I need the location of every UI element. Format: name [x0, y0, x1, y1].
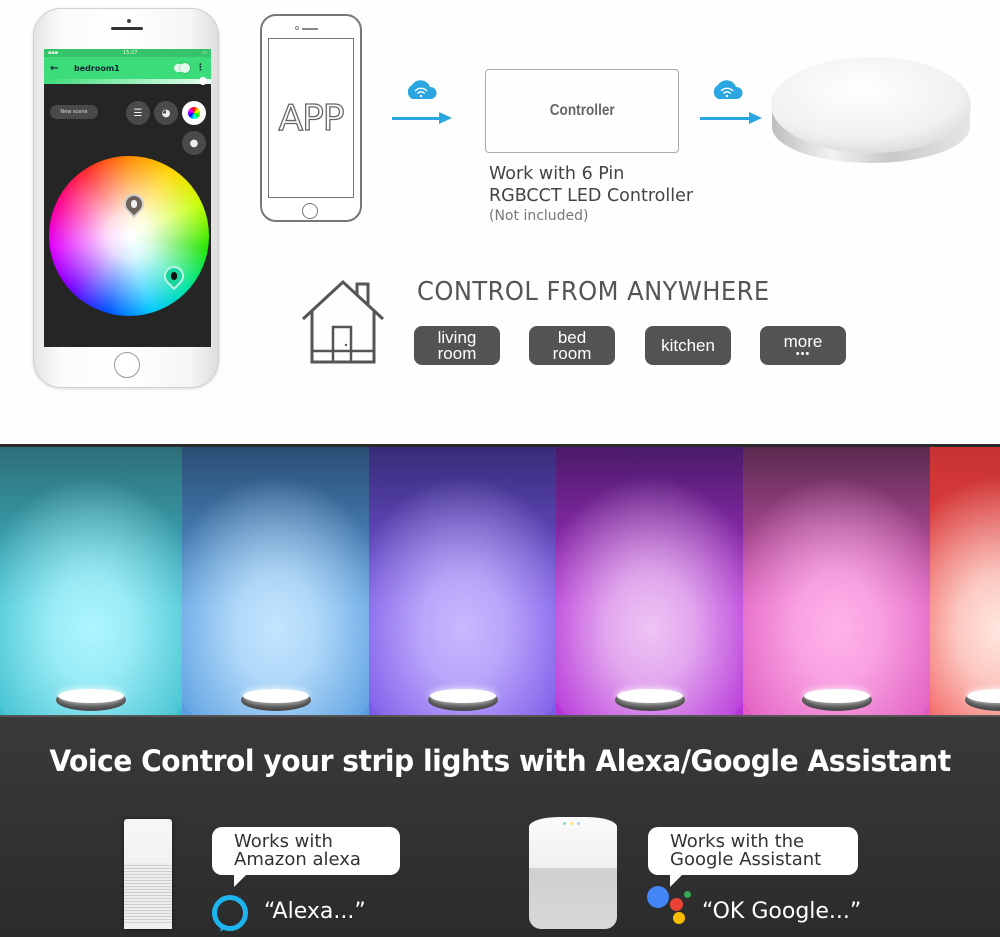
- room-button-living-room[interactable]: living room: [414, 326, 500, 365]
- bulb-marker-icon[interactable]: [159, 261, 189, 291]
- phone-speaker: [111, 27, 143, 30]
- smartphone-app-image: ▪▪▪ 15:27 ▭ ← bedroom1 ⋮ New scene ☰ ◕ ●: [33, 8, 219, 388]
- bubble-text: Amazon alexa: [234, 849, 361, 870]
- more-vertical-icon[interactable]: ⋮: [196, 63, 205, 73]
- color-panel-cyan: [0, 447, 182, 715]
- puck-light-icon: [614, 689, 685, 711]
- color-panel-purple: [556, 447, 743, 715]
- room-button-kitchen[interactable]: kitchen: [645, 326, 731, 365]
- light-glow: [0, 475, 182, 715]
- light-pin-icon[interactable]: ●: [182, 131, 206, 155]
- room-button-bed-room[interactable]: bed room: [529, 326, 615, 365]
- control-anywhere-title: CONTROL FROM ANYWHERE: [417, 277, 770, 307]
- light-glow: [743, 475, 930, 715]
- app-bar: ← bedroom1 ⋮: [44, 57, 211, 79]
- controller-note: Work with 6 Pin RGBCCT LED Controller (N…: [489, 163, 693, 225]
- light-glow: [182, 475, 369, 715]
- color-panel-red: [930, 447, 1000, 715]
- room-label: room: [552, 343, 592, 363]
- controller-note-line3: (Not included): [489, 208, 589, 224]
- phone-home-button: [302, 203, 318, 219]
- power-toggle[interactable]: [174, 63, 190, 73]
- battery-icon: ▭: [202, 50, 207, 56]
- color-panel-sky-blue: [182, 447, 369, 715]
- new-scene-button[interactable]: New scene: [50, 105, 98, 119]
- alexa-logo-icon: [212, 895, 248, 931]
- controller-note-line1: Work with 6 Pin: [489, 164, 625, 184]
- top-section: ▪▪▪ 15:27 ▭ ← bedroom1 ⋮ New scene ☰ ◕ ●: [0, 0, 1000, 443]
- phone-camera: [295, 26, 299, 30]
- controller-note-line2: RGBCCT LED Controller: [489, 186, 694, 206]
- cloud-wifi-icon: [407, 80, 437, 99]
- google-home-image: [529, 817, 617, 929]
- light-glow: [369, 475, 556, 715]
- alexa-phrase: “Alexa...”: [264, 899, 366, 924]
- status-bar: ▪▪▪ 15:27 ▭: [44, 49, 211, 57]
- color-light-panels: [0, 444, 1000, 715]
- puck-light-icon: [427, 689, 498, 711]
- phone-camera: [127, 19, 131, 23]
- arrow-right-icon: [700, 112, 762, 124]
- light-glow: [556, 475, 743, 715]
- bulb-marker-icon[interactable]: [119, 189, 149, 219]
- arrow-right-icon: [392, 112, 452, 124]
- color-panel-violet: [369, 447, 556, 715]
- app-screen-outline: APP: [268, 38, 354, 198]
- phone-home-button: [114, 352, 140, 378]
- bubble-text: Google Assistant: [670, 849, 822, 870]
- house-icon: [301, 279, 385, 364]
- voice-control-title: Voice Control your strip lights with Ale…: [49, 744, 951, 778]
- app-phone-illustration: APP: [260, 14, 362, 222]
- room-label: room: [437, 343, 477, 363]
- room-button-more[interactable]: more •••: [760, 326, 846, 365]
- puck-light-icon: [56, 689, 126, 711]
- room-label: kitchen: [661, 335, 715, 355]
- status-time: 15:27: [123, 50, 138, 56]
- amazon-echo-image: [124, 819, 172, 929]
- list-icon[interactable]: ☰: [126, 101, 150, 125]
- color-wheel[interactable]: [49, 156, 209, 316]
- color-wheel-icon[interactable]: [182, 101, 206, 125]
- back-arrow-icon[interactable]: ←: [50, 63, 62, 74]
- more-dots-icon: •••: [795, 347, 811, 360]
- brightness-slider[interactable]: [44, 77, 211, 85]
- cloud-wifi-icon: [713, 80, 743, 99]
- palette-icon[interactable]: ◕: [154, 101, 178, 125]
- phone-speaker: [302, 28, 318, 30]
- google-phrase: “OK Google...”: [702, 899, 862, 924]
- google-speech-bubble: Works with the Google Assistant: [648, 827, 858, 887]
- light-glow: [930, 475, 1000, 715]
- controller-label: Controller: [549, 102, 615, 119]
- app-label: APP: [278, 97, 345, 139]
- puck-light-icon: [801, 689, 872, 711]
- controller-box: Controller: [485, 69, 679, 153]
- alexa-speech-bubble: Works with Amazon alexa: [212, 827, 400, 887]
- color-panel-pink: [743, 447, 930, 715]
- ceiling-lamp-image: [771, 57, 971, 163]
- puck-light-icon: [240, 689, 311, 711]
- signal-icon: ▪▪▪: [48, 50, 59, 56]
- screen-title: bedroom1: [74, 63, 120, 73]
- app-screen: ▪▪▪ 15:27 ▭ ← bedroom1 ⋮ New scene ☰ ◕ ●: [44, 49, 211, 347]
- voice-control-section: Voice Control your strip lights with Ale…: [0, 715, 1000, 937]
